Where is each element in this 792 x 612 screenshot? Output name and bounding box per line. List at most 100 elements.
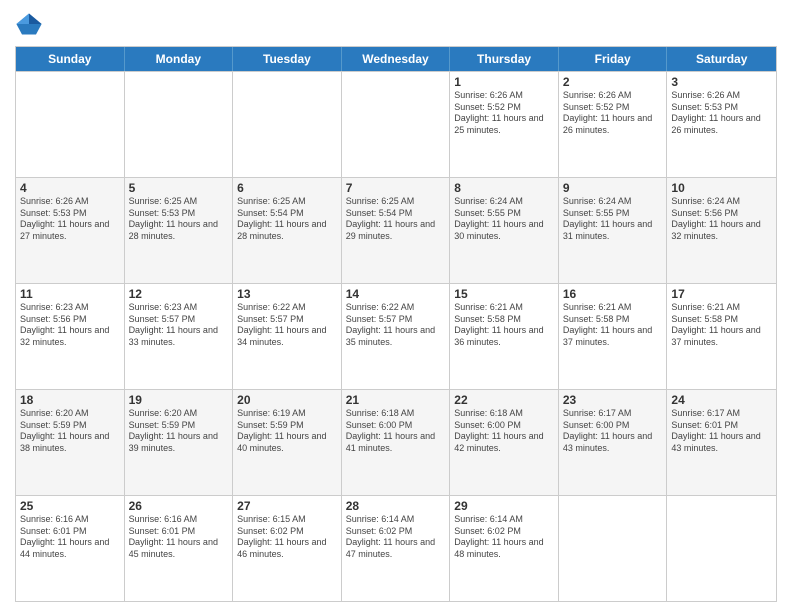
- day-info: Sunrise: 6:20 AM Sunset: 5:59 PM Dayligh…: [20, 408, 120, 455]
- day-number: 19: [129, 393, 229, 407]
- calendar-day-16: 16Sunrise: 6:21 AM Sunset: 5:58 PM Dayli…: [559, 284, 668, 389]
- day-info: Sunrise: 6:23 AM Sunset: 5:56 PM Dayligh…: [20, 302, 120, 349]
- day-number: 24: [671, 393, 772, 407]
- day-info: Sunrise: 6:21 AM Sunset: 5:58 PM Dayligh…: [671, 302, 772, 349]
- day-number: 28: [346, 499, 446, 513]
- header: [15, 10, 777, 38]
- day-number: 8: [454, 181, 554, 195]
- day-number: 29: [454, 499, 554, 513]
- calendar-day-29: 29Sunrise: 6:14 AM Sunset: 6:02 PM Dayli…: [450, 496, 559, 601]
- calendar-day-8: 8Sunrise: 6:24 AM Sunset: 5:55 PM Daylig…: [450, 178, 559, 283]
- day-number: 12: [129, 287, 229, 301]
- calendar-day-2: 2Sunrise: 6:26 AM Sunset: 5:52 PM Daylig…: [559, 72, 668, 177]
- day-info: Sunrise: 6:20 AM Sunset: 5:59 PM Dayligh…: [129, 408, 229, 455]
- day-number: 20: [237, 393, 337, 407]
- page: SundayMondayTuesdayWednesdayThursdayFrid…: [0, 0, 792, 612]
- calendar-row-0: 1Sunrise: 6:26 AM Sunset: 5:52 PM Daylig…: [16, 71, 776, 177]
- logo: [15, 10, 47, 38]
- day-number: 21: [346, 393, 446, 407]
- day-info: Sunrise: 6:17 AM Sunset: 6:00 PM Dayligh…: [563, 408, 663, 455]
- day-info: Sunrise: 6:17 AM Sunset: 6:01 PM Dayligh…: [671, 408, 772, 455]
- day-number: 22: [454, 393, 554, 407]
- day-info: Sunrise: 6:24 AM Sunset: 5:55 PM Dayligh…: [563, 196, 663, 243]
- day-info: Sunrise: 6:21 AM Sunset: 5:58 PM Dayligh…: [563, 302, 663, 349]
- day-number: 15: [454, 287, 554, 301]
- calendar-day-9: 9Sunrise: 6:24 AM Sunset: 5:55 PM Daylig…: [559, 178, 668, 283]
- calendar-row-2: 11Sunrise: 6:23 AM Sunset: 5:56 PM Dayli…: [16, 283, 776, 389]
- calendar-day-20: 20Sunrise: 6:19 AM Sunset: 5:59 PM Dayli…: [233, 390, 342, 495]
- calendar-day-12: 12Sunrise: 6:23 AM Sunset: 5:57 PM Dayli…: [125, 284, 234, 389]
- calendar-day-17: 17Sunrise: 6:21 AM Sunset: 5:58 PM Dayli…: [667, 284, 776, 389]
- calendar-day-27: 27Sunrise: 6:15 AM Sunset: 6:02 PM Dayli…: [233, 496, 342, 601]
- calendar-day-5: 5Sunrise: 6:25 AM Sunset: 5:53 PM Daylig…: [125, 178, 234, 283]
- day-number: 16: [563, 287, 663, 301]
- calendar-day-28: 28Sunrise: 6:14 AM Sunset: 6:02 PM Dayli…: [342, 496, 451, 601]
- day-of-week-wednesday: Wednesday: [342, 47, 451, 71]
- calendar-day-11: 11Sunrise: 6:23 AM Sunset: 5:56 PM Dayli…: [16, 284, 125, 389]
- calendar-day-14: 14Sunrise: 6:22 AM Sunset: 5:57 PM Dayli…: [342, 284, 451, 389]
- day-number: 10: [671, 181, 772, 195]
- calendar-day-25: 25Sunrise: 6:16 AM Sunset: 6:01 PM Dayli…: [16, 496, 125, 601]
- calendar-empty-cell: [16, 72, 125, 177]
- day-number: 27: [237, 499, 337, 513]
- calendar-day-19: 19Sunrise: 6:20 AM Sunset: 5:59 PM Dayli…: [125, 390, 234, 495]
- day-info: Sunrise: 6:24 AM Sunset: 5:55 PM Dayligh…: [454, 196, 554, 243]
- day-info: Sunrise: 6:26 AM Sunset: 5:52 PM Dayligh…: [563, 90, 663, 137]
- calendar-row-1: 4Sunrise: 6:26 AM Sunset: 5:53 PM Daylig…: [16, 177, 776, 283]
- day-number: 6: [237, 181, 337, 195]
- day-number: 11: [20, 287, 120, 301]
- day-info: Sunrise: 6:16 AM Sunset: 6:01 PM Dayligh…: [129, 514, 229, 561]
- day-of-week-saturday: Saturday: [667, 47, 776, 71]
- day-info: Sunrise: 6:26 AM Sunset: 5:52 PM Dayligh…: [454, 90, 554, 137]
- day-info: Sunrise: 6:18 AM Sunset: 6:00 PM Dayligh…: [346, 408, 446, 455]
- calendar-row-4: 25Sunrise: 6:16 AM Sunset: 6:01 PM Dayli…: [16, 495, 776, 601]
- calendar-day-18: 18Sunrise: 6:20 AM Sunset: 5:59 PM Dayli…: [16, 390, 125, 495]
- day-number: 9: [563, 181, 663, 195]
- day-of-week-thursday: Thursday: [450, 47, 559, 71]
- day-info: Sunrise: 6:25 AM Sunset: 5:54 PM Dayligh…: [237, 196, 337, 243]
- day-of-week-tuesday: Tuesday: [233, 47, 342, 71]
- calendar-day-23: 23Sunrise: 6:17 AM Sunset: 6:00 PM Dayli…: [559, 390, 668, 495]
- day-info: Sunrise: 6:14 AM Sunset: 6:02 PM Dayligh…: [346, 514, 446, 561]
- calendar-empty-cell: [233, 72, 342, 177]
- day-info: Sunrise: 6:25 AM Sunset: 5:53 PM Dayligh…: [129, 196, 229, 243]
- calendar-day-13: 13Sunrise: 6:22 AM Sunset: 5:57 PM Dayli…: [233, 284, 342, 389]
- day-of-week-friday: Friday: [559, 47, 668, 71]
- day-number: 4: [20, 181, 120, 195]
- calendar-day-26: 26Sunrise: 6:16 AM Sunset: 6:01 PM Dayli…: [125, 496, 234, 601]
- day-info: Sunrise: 6:22 AM Sunset: 5:57 PM Dayligh…: [346, 302, 446, 349]
- calendar-day-3: 3Sunrise: 6:26 AM Sunset: 5:53 PM Daylig…: [667, 72, 776, 177]
- calendar-row-3: 18Sunrise: 6:20 AM Sunset: 5:59 PM Dayli…: [16, 389, 776, 495]
- day-number: 18: [20, 393, 120, 407]
- day-number: 1: [454, 75, 554, 89]
- calendar-body: 1Sunrise: 6:26 AM Sunset: 5:52 PM Daylig…: [16, 71, 776, 601]
- day-number: 2: [563, 75, 663, 89]
- calendar-day-24: 24Sunrise: 6:17 AM Sunset: 6:01 PM Dayli…: [667, 390, 776, 495]
- day-info: Sunrise: 6:14 AM Sunset: 6:02 PM Dayligh…: [454, 514, 554, 561]
- day-info: Sunrise: 6:26 AM Sunset: 5:53 PM Dayligh…: [20, 196, 120, 243]
- day-info: Sunrise: 6:18 AM Sunset: 6:00 PM Dayligh…: [454, 408, 554, 455]
- calendar-day-22: 22Sunrise: 6:18 AM Sunset: 6:00 PM Dayli…: [450, 390, 559, 495]
- calendar-day-10: 10Sunrise: 6:24 AM Sunset: 5:56 PM Dayli…: [667, 178, 776, 283]
- calendar-header: SundayMondayTuesdayWednesdayThursdayFrid…: [16, 47, 776, 71]
- calendar-day-21: 21Sunrise: 6:18 AM Sunset: 6:00 PM Dayli…: [342, 390, 451, 495]
- day-info: Sunrise: 6:22 AM Sunset: 5:57 PM Dayligh…: [237, 302, 337, 349]
- day-info: Sunrise: 6:25 AM Sunset: 5:54 PM Dayligh…: [346, 196, 446, 243]
- calendar-empty-cell: [667, 496, 776, 601]
- calendar: SundayMondayTuesdayWednesdayThursdayFrid…: [15, 46, 777, 602]
- day-number: 3: [671, 75, 772, 89]
- day-of-week-monday: Monday: [125, 47, 234, 71]
- day-number: 5: [129, 181, 229, 195]
- day-info: Sunrise: 6:15 AM Sunset: 6:02 PM Dayligh…: [237, 514, 337, 561]
- day-number: 7: [346, 181, 446, 195]
- calendar-empty-cell: [125, 72, 234, 177]
- day-number: 14: [346, 287, 446, 301]
- calendar-day-7: 7Sunrise: 6:25 AM Sunset: 5:54 PM Daylig…: [342, 178, 451, 283]
- day-info: Sunrise: 6:16 AM Sunset: 6:01 PM Dayligh…: [20, 514, 120, 561]
- day-info: Sunrise: 6:23 AM Sunset: 5:57 PM Dayligh…: [129, 302, 229, 349]
- day-info: Sunrise: 6:24 AM Sunset: 5:56 PM Dayligh…: [671, 196, 772, 243]
- day-info: Sunrise: 6:19 AM Sunset: 5:59 PM Dayligh…: [237, 408, 337, 455]
- day-info: Sunrise: 6:21 AM Sunset: 5:58 PM Dayligh…: [454, 302, 554, 349]
- day-number: 26: [129, 499, 229, 513]
- calendar-day-6: 6Sunrise: 6:25 AM Sunset: 5:54 PM Daylig…: [233, 178, 342, 283]
